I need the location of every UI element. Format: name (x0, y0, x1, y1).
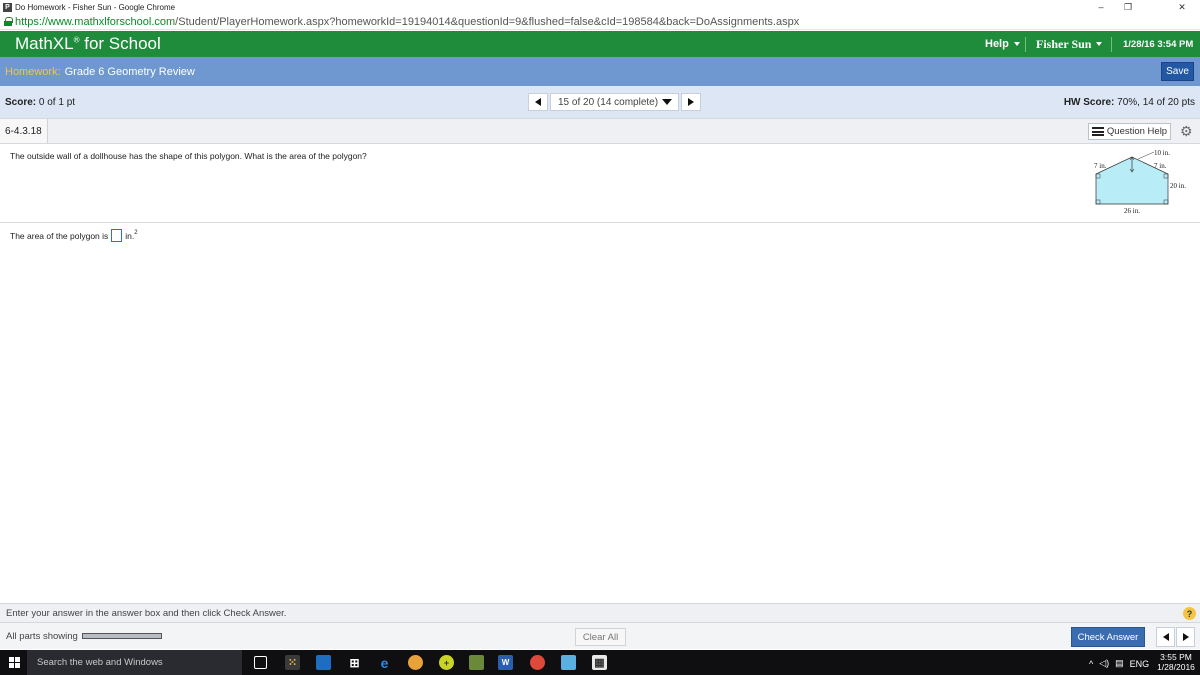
question-id: 6-4.3.18 (0, 119, 48, 143)
windows-start-icon[interactable] (9, 657, 20, 668)
check-answer-button[interactable]: Check Answer (1071, 627, 1145, 647)
question-id-bar: 6-4.3.18 Question Help ⚙ (0, 118, 1200, 144)
task-view-icon[interactable] (254, 656, 267, 669)
action-bar: All parts showing Clear All Check Answer (0, 622, 1200, 649)
answer-input[interactable] (111, 229, 123, 242)
parts-progress-bar (82, 633, 162, 639)
question-select[interactable]: 15 of 20 (14 complete) (550, 93, 680, 111)
chrome-icon[interactable] (530, 655, 545, 670)
address-bar[interactable]: https://www.mathxlforschool.com/Student/… (0, 14, 1200, 30)
gear-icon[interactable]: ⚙ (1180, 124, 1193, 138)
help-menu[interactable]: Help (985, 31, 1020, 57)
app-header: MathXL® for School Help Fisher Sun 1/28/… (0, 31, 1200, 57)
arrow-right-icon (1182, 633, 1189, 641)
question-navigator: 15 of 20 (14 complete) (528, 93, 702, 111)
answer-exponent: 2 (134, 229, 138, 236)
app-grid-icon[interactable]: ⁙ (285, 655, 300, 670)
arrow-left-icon (535, 98, 541, 106)
question-select-value: 15 of 20 (14 complete) (558, 96, 659, 108)
label-right-slope: 7 in. (1154, 162, 1167, 170)
edge-icon[interactable]: e (377, 655, 392, 671)
restore-button[interactable]: ❐ (1115, 0, 1141, 14)
arrow-left-icon (1162, 633, 1169, 641)
file-explorer-icon[interactable] (316, 655, 331, 670)
chevron-down-icon (1096, 42, 1103, 46)
next-question-button[interactable] (681, 93, 702, 111)
label-bottom: 26 in. (1124, 207, 1140, 215)
app-green-icon[interactable]: + (439, 655, 454, 670)
taskbar-search[interactable]: Search the web and Windows (27, 650, 242, 675)
brand-logo: MathXL® for School (15, 34, 161, 54)
content-divider (0, 222, 1200, 223)
windows-taskbar: Search the web and Windows ⁙ ⊞ e + W ▦ ^… (0, 650, 1200, 675)
brand-name: MathXL (15, 34, 74, 53)
lock-icon (4, 17, 13, 26)
next-part-button[interactable] (1176, 627, 1195, 647)
previous-part-button[interactable] (1156, 627, 1175, 647)
homework-name: Grade 6 Geometry Review (64, 65, 195, 78)
homework-bar: Homework: Grade 6 Geometry Review Save (0, 57, 1200, 86)
minimize-button[interactable]: – (1088, 0, 1114, 14)
score-bar: Score: 0 of 1 pt 15 of 20 (14 complete) … (0, 86, 1200, 118)
system-tray: ^ ◁) ▤ ENG (1089, 658, 1149, 669)
pearson-favicon-icon: P (3, 2, 12, 12)
speaker-icon[interactable]: ◁) (1099, 658, 1109, 669)
user-name: Fisher Sun (1036, 36, 1092, 51)
instruction-bar: Enter your answer in the answer box and … (0, 603, 1200, 622)
label-top: 10 in. (1154, 149, 1170, 157)
dropdown-arrow-icon (662, 99, 673, 105)
question-text: The outside wall of a dollhouse has the … (10, 151, 367, 161)
label-leader-line (1137, 151, 1155, 160)
label-left-slope: 7 in. (1094, 162, 1107, 170)
url-host: https://www.mathxlforschool.com (15, 15, 176, 28)
app-bird-icon[interactable] (561, 655, 576, 670)
taskbar-clock[interactable]: 3:55 PM 1/28/2016 (1156, 652, 1196, 672)
polygon-figure: 10 in. 7 in. 7 in. 20 in. 26 in. (1088, 146, 1193, 218)
question-help-button[interactable]: Question Help (1088, 123, 1171, 140)
user-menu[interactable]: Fisher Sun (1036, 31, 1103, 57)
brand-suffix: for School (79, 34, 161, 53)
url-path: /Student/PlayerHomework.aspx?homeworkId=… (175, 15, 800, 28)
minecraft-icon[interactable] (469, 655, 484, 670)
chevron-up-icon[interactable]: ^ (1089, 659, 1093, 669)
hw-score-value: 70%, 14 of 20 pts (1117, 97, 1195, 108)
instruction-text: Enter your answer in the answer box and … (6, 607, 287, 619)
hw-score-label: HW Score: (1063, 97, 1115, 108)
calculator-icon[interactable]: ▦ (592, 655, 607, 670)
help-menu-label: Help (985, 38, 1009, 50)
list-icon (1091, 127, 1104, 136)
help-icon[interactable]: ? (1183, 607, 1196, 620)
header-divider (1111, 37, 1112, 52)
parts-progress-fill (83, 634, 161, 638)
label-right-side: 20 in. (1170, 182, 1186, 190)
previous-question-button[interactable] (528, 93, 548, 111)
close-button[interactable]: ✕ (1169, 0, 1195, 14)
header-datetime: 1/28/16 3:54 PM (1123, 38, 1194, 50)
chevron-down-icon (1013, 42, 1020, 46)
homework-label: Homework: (5, 65, 61, 78)
parts-label: All parts showing (6, 631, 78, 642)
window-title: Do Homework - Fisher Sun - Google Chrome (15, 2, 176, 12)
taskbar-time: 3:55 PM (1160, 652, 1192, 662)
score: Score: 0 of 1 pt (5, 97, 75, 108)
answer-prefix: The area of the polygon is (10, 230, 109, 241)
question-help-label: Question Help (1106, 126, 1168, 137)
clear-all-button[interactable]: Clear All (575, 628, 626, 646)
app-orange-icon[interactable] (408, 655, 423, 670)
taskbar-date: 1/28/2016 (1157, 662, 1195, 672)
header-divider (1025, 37, 1026, 52)
arrow-right-icon (688, 98, 695, 106)
save-button[interactable]: Save (1161, 62, 1194, 81)
notification-icon[interactable]: ▤ (1115, 658, 1124, 669)
score-value: 0 of 1 pt (38, 97, 76, 108)
score-label: Score: (5, 97, 37, 108)
word-icon[interactable]: W (498, 655, 513, 670)
store-icon[interactable]: ⊞ (347, 655, 362, 670)
hw-score: HW Score: 70%, 14 of 20 pts (1064, 97, 1195, 108)
window-titlebar: P Do Homework - Fisher Sun - Google Chro… (0, 0, 1200, 14)
answer-line: The area of the polygon is in. 2 (10, 229, 138, 242)
url-text[interactable]: https://www.mathxlforschool.com/Student/… (15, 16, 799, 28)
answer-unit: in. (125, 230, 135, 241)
language-indicator[interactable]: ENG (1130, 659, 1150, 669)
